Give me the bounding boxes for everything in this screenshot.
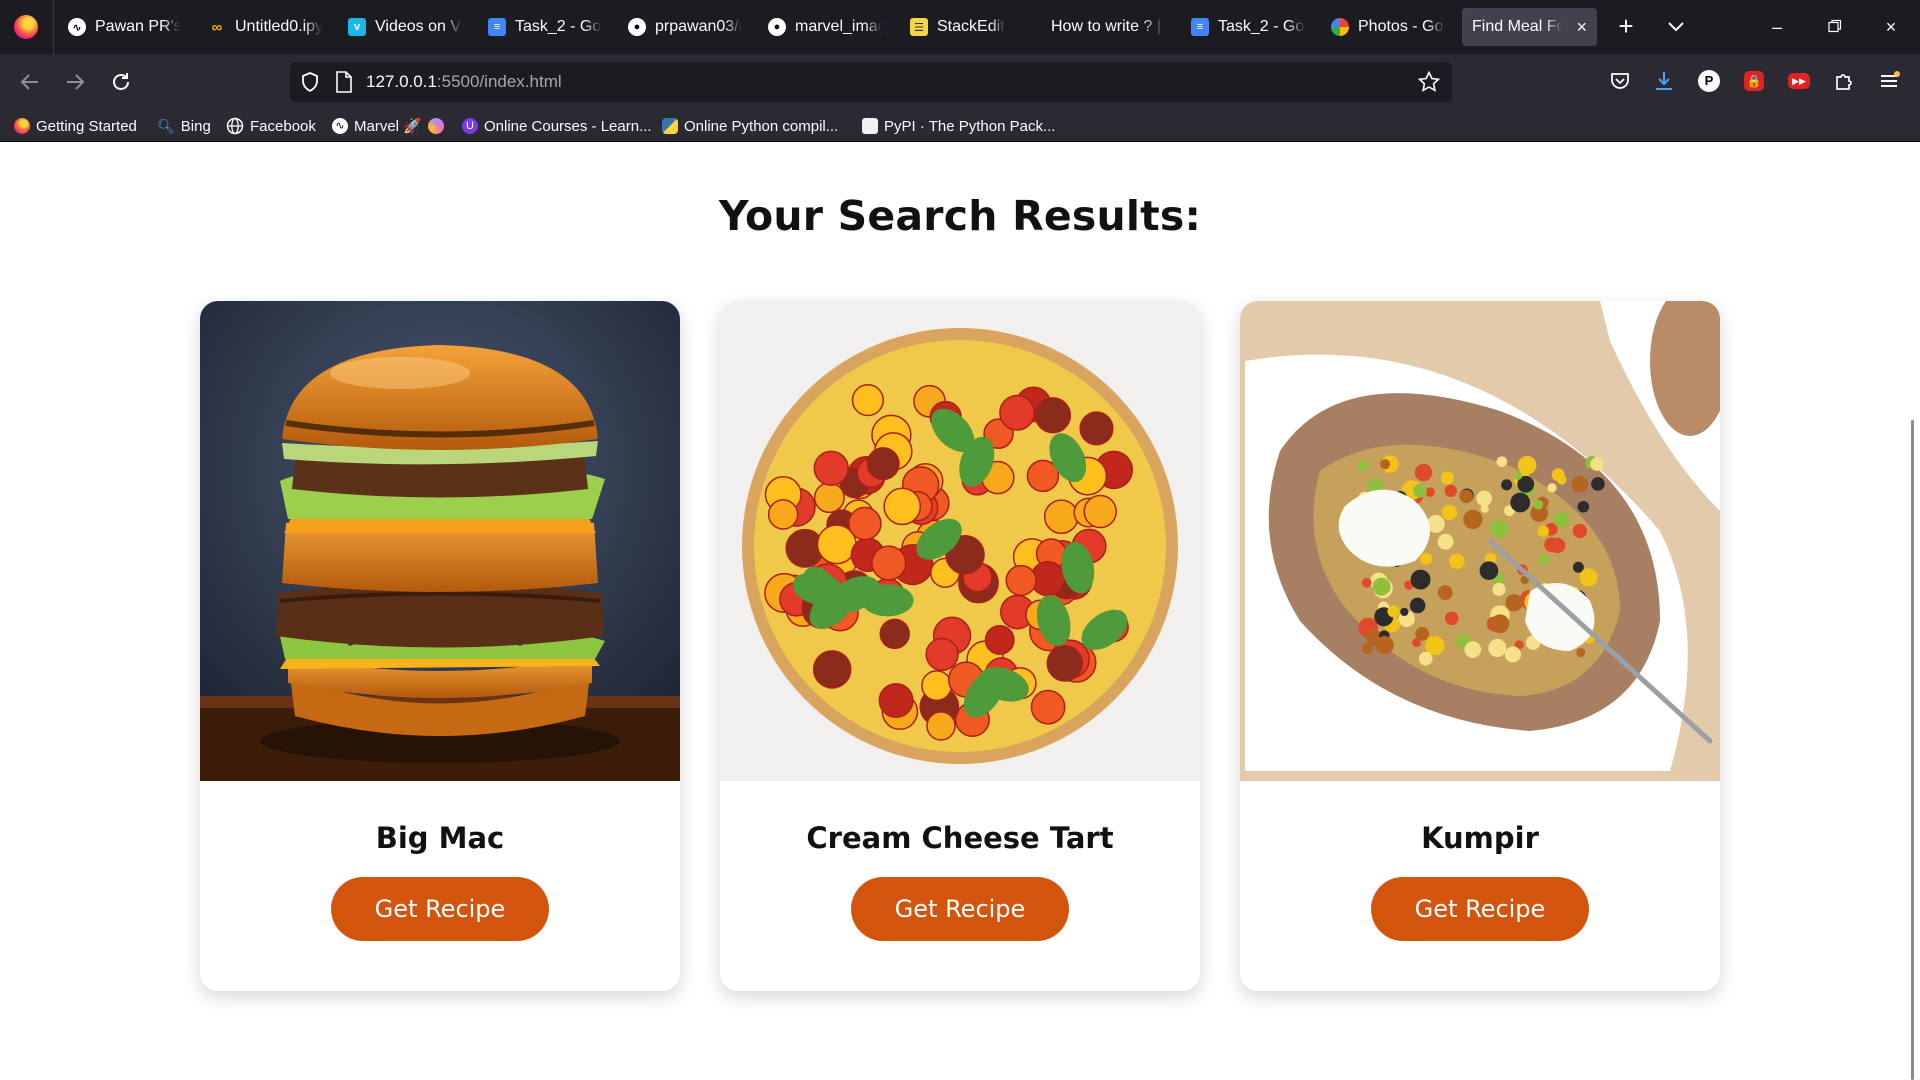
bookmark-label: Facebook	[250, 117, 316, 135]
colab-icon: ∞	[211, 18, 223, 36]
divider	[53, 0, 54, 54]
page-info-icon[interactable]	[334, 71, 354, 98]
meal-card: Big Mac Get Recipe	[200, 301, 680, 991]
firefox-icon	[14, 118, 30, 134]
bookmark-label: Online Courses - Learn...	[484, 117, 652, 135]
google-docs-icon: ≡	[1191, 18, 1209, 36]
profile-avatar-icon[interactable]: P	[1695, 67, 1723, 95]
back-arrow-icon[interactable]	[15, 67, 45, 97]
youtube-extension-icon[interactable]: ▶▶	[1785, 67, 1813, 95]
pypi-icon	[862, 118, 878, 134]
bookmark-label: Bing	[180, 117, 211, 135]
tab-title: Photos - Goo	[1358, 18, 1445, 35]
meal-name: Big Mac	[375, 821, 505, 855]
get-recipe-button[interactable]: Get Recipe	[331, 877, 549, 941]
tab-title: Find Meal For	[1472, 18, 1564, 35]
restore-button[interactable]	[1820, 12, 1850, 42]
address-bar[interactable]: 127.0.0.1:5500/index.html	[290, 62, 1452, 102]
tab-photos[interactable]: Photos - Goo	[1331, 8, 1445, 46]
tab-colab[interactable]: ∞ Untitled0.ipyn	[208, 8, 322, 46]
lock-extension-icon[interactable]: 🔒	[1740, 67, 1768, 95]
url-host: 127.0.0.1	[366, 72, 437, 91]
bookmarks-toolbar: Getting Started 🔍︎ Bing Facebook ∿ Marve…	[0, 110, 1920, 142]
globe-icon	[226, 117, 244, 135]
close-tab-icon[interactable]: ×	[1576, 17, 1587, 38]
get-recipe-button[interactable]: Get Recipe	[851, 877, 1069, 941]
bookmark-online-courses[interactable]: U Online Courses - Learn...	[462, 115, 652, 137]
colorful-orb-icon	[427, 118, 444, 134]
tab-title: marvel_image	[795, 18, 882, 35]
tab-github-a[interactable]: ● prpawan03/n	[628, 8, 742, 46]
udemy-icon: U	[462, 118, 478, 134]
tab-vimeo[interactable]: v Videos on Vim	[348, 8, 462, 46]
meal-name: Cream Cheese Tart	[806, 821, 1114, 855]
tab-stackedit[interactable]: ☰ StackEdit	[910, 8, 1024, 46]
vimeo-icon: v	[348, 18, 366, 36]
url-text[interactable]: 127.0.0.1:5500/index.html	[366, 72, 562, 92]
tab-task2-a[interactable]: ≡ Task_2 - Goog	[488, 8, 602, 46]
page-content: Your Search Results: Big Mac Get Recipe …	[0, 142, 1904, 1080]
google-docs-icon: ≡	[488, 18, 506, 36]
bookmark-label: Online Python compil...	[684, 117, 839, 135]
bookmark-bing[interactable]: 🔍︎ Bing	[157, 115, 211, 137]
bookmark-label: Getting Started	[36, 117, 137, 135]
tab-list-chevron-icon[interactable]	[1664, 14, 1688, 38]
shield-icon[interactable]	[298, 70, 322, 99]
tab-how-to-write[interactable]: How to write ? | L	[1051, 8, 1165, 46]
search-icon: 🔍︎	[157, 117, 175, 134]
get-recipe-button[interactable]: Get Recipe	[1371, 877, 1589, 941]
tab-title: Task_2 - Goog	[515, 18, 602, 35]
bookmark-getting-started[interactable]: Getting Started	[14, 115, 137, 137]
minimize-button[interactable]: –	[1762, 12, 1792, 42]
wave-logo-icon: ∿	[332, 118, 348, 134]
tab-bar: ∿ Pawan PR's Po ∞ Untitled0.ipyn v Video…	[0, 0, 1920, 54]
menu-hamburger-icon[interactable]	[1875, 67, 1903, 95]
wave-logo-icon: ∿	[68, 18, 86, 36]
tab-title: prpawan03/n	[655, 18, 742, 35]
forward-arrow-icon[interactable]	[60, 67, 90, 97]
tab-title: How to write ? | L	[1051, 18, 1165, 35]
tab-title: Pawan PR's Po	[95, 18, 180, 35]
firefox-icon[interactable]	[14, 15, 38, 39]
bookmark-facebook[interactable]: Facebook	[226, 115, 316, 137]
stackedit-icon: ☰	[910, 18, 928, 36]
bookmark-online-python[interactable]: Online Python compil...	[662, 115, 838, 137]
tab-title: Videos on Vim	[375, 18, 462, 35]
tab-title: StackEdit	[937, 18, 1005, 35]
tab-find-meal[interactable]: Find Meal For ×	[1462, 8, 1597, 46]
nav-bar: 127.0.0.1:5500/index.html P 🔒 ▶▶	[0, 54, 1920, 110]
meal-name: Kumpir	[1421, 821, 1539, 855]
pocket-icon[interactable]	[1606, 67, 1634, 95]
url-path: :5500/index.html	[436, 72, 562, 91]
google-photos-icon	[1331, 18, 1349, 36]
tab-title: Untitled0.ipyn	[235, 18, 322, 35]
scrollbar[interactable]	[1904, 142, 1920, 1080]
github-icon: ●	[628, 18, 646, 36]
scrollbar-thumb[interactable]	[1911, 420, 1914, 1080]
new-tab-button[interactable]: +	[1613, 13, 1639, 40]
tab-pawan[interactable]: ∿ Pawan PR's Po	[68, 8, 180, 46]
github-icon: ●	[768, 18, 786, 36]
downloads-icon[interactable]	[1650, 67, 1678, 95]
python-icon	[662, 118, 678, 134]
reload-icon[interactable]	[106, 67, 136, 97]
tab-title: Task_2 - Goog	[1218, 18, 1305, 35]
bookmark-marvel[interactable]: ∿ Marvel 🚀	[332, 115, 444, 137]
bookmark-pypi[interactable]: PyPI · The Python Pack...	[862, 115, 1055, 137]
page-title: Your Search Results:	[718, 192, 1202, 240]
bookmark-star-icon[interactable]	[1417, 70, 1441, 99]
bookmark-label: Marvel 🚀	[354, 118, 422, 135]
burger-photo	[200, 301, 680, 781]
tab-github-b[interactable]: ● marvel_image	[768, 8, 882, 46]
bookmark-label: PyPI · The Python Pack...	[884, 117, 1056, 135]
baked-potato-photo	[1240, 301, 1720, 781]
close-window-button[interactable]: ×	[1876, 12, 1906, 42]
tomato-tart-photo	[720, 301, 1200, 781]
meal-card: Kumpir Get Recipe	[1240, 301, 1720, 991]
extensions-puzzle-icon[interactable]	[1830, 67, 1858, 95]
meal-card: Cream Cheese Tart Get Recipe	[720, 301, 1200, 991]
tab-task2-b[interactable]: ≡ Task_2 - Goog	[1191, 8, 1305, 46]
